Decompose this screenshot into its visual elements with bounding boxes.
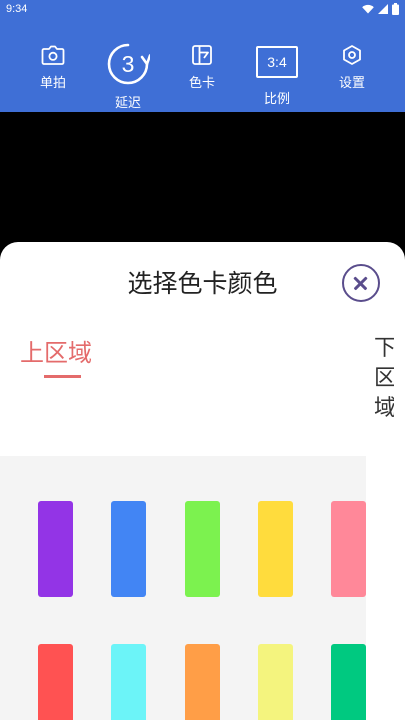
camera-preview[interactable] — [0, 112, 405, 262]
delay-value: 3 — [121, 51, 135, 77]
color-swatch[interactable] — [331, 501, 366, 597]
color-swatch[interactable] — [185, 644, 220, 720]
color-swatch[interactable] — [111, 501, 146, 597]
single-shot-label: 单拍 — [39, 76, 66, 91]
ratio-icon: 3:4 — [256, 46, 298, 78]
settings-label: 设置 — [338, 76, 365, 91]
settings-button[interactable]: 设置 — [329, 44, 375, 92]
signal-icon — [378, 4, 388, 14]
system-icons — [362, 3, 399, 15]
settings-hexagon-icon — [343, 45, 361, 65]
color-picker-sheet: 选择色卡颜色 上区域 下区域 — [0, 242, 405, 720]
timer-icon: 3 — [106, 42, 150, 86]
aspect-ratio-button[interactable]: 3:4 比例 — [250, 46, 304, 108]
delay-label: 延迟 — [114, 96, 141, 111]
color-card-button[interactable]: 色卡 — [179, 44, 225, 92]
status-time: 9:34 — [6, 3, 28, 15]
color-swatch[interactable] — [258, 644, 293, 720]
status-bar: 9:34 — [0, 0, 405, 18]
color-card-icon — [192, 45, 212, 65]
color-swatch[interactable] — [185, 501, 220, 597]
close-icon[interactable] — [342, 264, 380, 302]
color-swatch[interactable] — [331, 644, 366, 720]
color-grid — [0, 456, 366, 720]
ratio-value: 3:4 — [267, 54, 287, 70]
color-swatch[interactable] — [111, 644, 146, 720]
tab-upper-area[interactable]: 上区域 — [20, 338, 92, 378]
ratio-label: 比例 — [263, 92, 290, 107]
color-swatch[interactable] — [38, 501, 73, 597]
color-swatch[interactable] — [38, 644, 73, 720]
battery-icon — [392, 3, 399, 15]
tab-lower-area[interactable]: 下区域 — [374, 334, 394, 434]
single-shot-button[interactable]: 单拍 — [30, 44, 76, 92]
tab-lower-label: 下区域 — [374, 336, 394, 421]
delay-timer-button[interactable]: 3 延迟 — [102, 42, 154, 112]
camera-toolbar: 单拍 3 延迟 色卡 3:4 比例 设置 — [0, 18, 405, 112]
color-card-label: 色卡 — [188, 76, 215, 91]
color-swatch[interactable] — [258, 501, 293, 597]
tab-upper-label: 上区域 — [20, 339, 92, 367]
wifi-icon — [362, 4, 374, 14]
tab-indicator — [44, 375, 81, 378]
camera-icon — [41, 45, 65, 65]
